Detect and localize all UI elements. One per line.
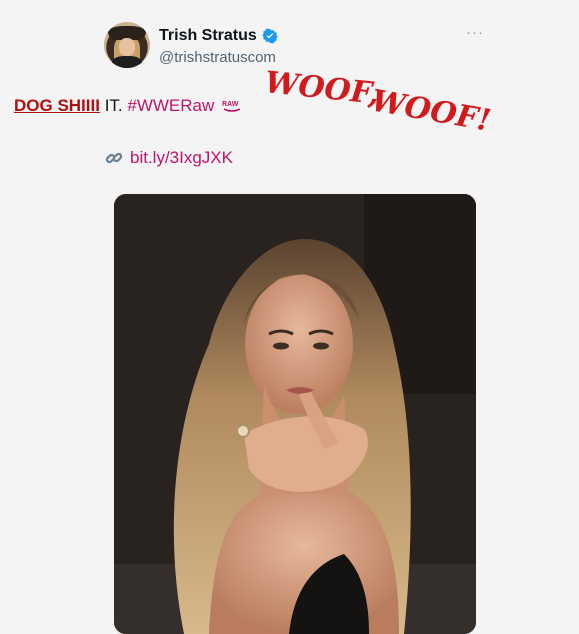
name-row: Trish Stratus xyxy=(159,27,278,45)
hashtag-link[interactable]: #WWERaw xyxy=(127,96,214,115)
tweet-text-highlight: DOG SHIIII xyxy=(14,96,100,115)
short-link[interactable]: bit.ly/3IxgJXK xyxy=(130,148,233,168)
display-name[interactable]: Trish Stratus xyxy=(159,27,257,45)
tweet-photo[interactable] xyxy=(114,194,476,634)
woof-text-1: WOOF, xyxy=(263,65,381,112)
link-row: bit.ly/3IxgJXK xyxy=(104,148,233,168)
more-options-icon[interactable]: ··· xyxy=(466,24,484,41)
tweet-text: DOG SHIIII IT. #WWERaw RAW xyxy=(14,96,243,116)
link-icon xyxy=(105,152,123,164)
verified-badge-icon xyxy=(262,28,278,44)
woof-text-2: WOOF! xyxy=(369,83,494,138)
tweet-text-rest: IT. xyxy=(99,96,128,115)
photo-illustration xyxy=(114,194,476,634)
woof-overlay: WOOF, WOOF! xyxy=(263,65,494,139)
avatar[interactable] xyxy=(104,22,150,68)
raw-logo-text: RAW xyxy=(222,101,239,108)
raw-logo-icon: RAW xyxy=(222,101,241,112)
